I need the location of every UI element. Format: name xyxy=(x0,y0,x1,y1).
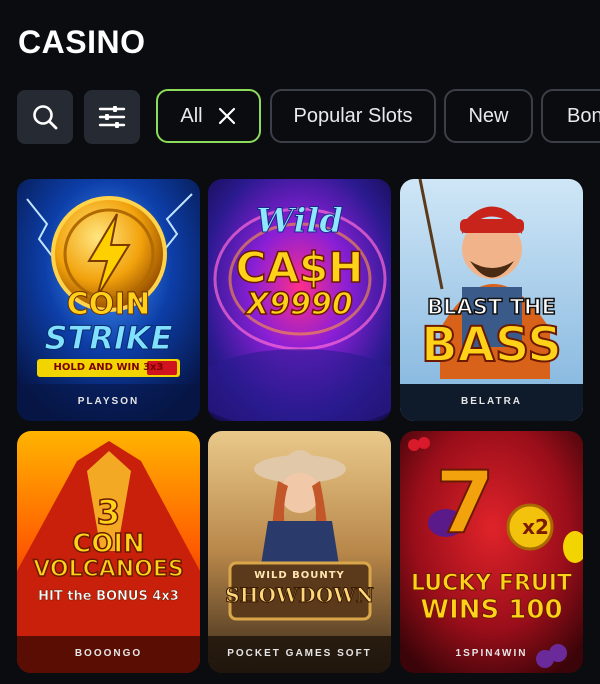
search-button[interactable] xyxy=(17,90,73,144)
filter-chip-popular-slots[interactable]: Popular Slots xyxy=(270,89,436,143)
game-provider: POCKET GAMES SOFT xyxy=(227,648,372,659)
game-provider: BELATRA xyxy=(460,396,523,407)
game-card-wild-bounty-showdown[interactable]: WILD BOUNTY SHOWDOWN POCKET GAMES SOFT xyxy=(208,431,391,673)
filter-settings-button[interactable] xyxy=(84,90,140,144)
game-logo-line1: Wild xyxy=(255,201,344,242)
sliders-icon xyxy=(98,106,126,128)
game-logo-tagline: HOLD AND WIN 3x3 xyxy=(53,362,164,373)
filter-chip-label: New xyxy=(468,104,509,127)
game-card-lucky-fruit-wins-100[interactable]: 7 x2 LUCKY FRUIT WINS 100 1SPIN4WIN xyxy=(400,431,583,673)
game-logo-line2: STRIKE xyxy=(44,319,173,358)
game-logo-tagline: HIT the BONUS 4x3 xyxy=(38,589,179,605)
game-logo-multiplier: x2 xyxy=(522,515,549,539)
game-logo-line1: BLAST THE xyxy=(426,294,556,320)
game-card-wild-cash[interactable]: Wild CA$H X9990 xyxy=(208,179,391,421)
filter-chip-label: All xyxy=(180,104,203,127)
game-logo-line1: COIN xyxy=(66,287,151,323)
game-provider: BOOONGO xyxy=(74,648,143,659)
game-logo-line1: WILD BOUNTY xyxy=(254,570,345,581)
game-artwork xyxy=(208,431,391,673)
game-card-3-coin-volcanoes[interactable]: 3 COIN VOLCANOES HIT the BONUS 4x3 BOOON… xyxy=(17,431,200,673)
game-logo-line2: COIN xyxy=(71,528,145,560)
filter-chip-label: Bon xyxy=(567,104,600,127)
game-logo-line3: X9990 xyxy=(245,286,353,323)
game-logo-line2: BASS xyxy=(420,316,563,374)
filter-bar: All Popular Slots New Bon xyxy=(0,88,600,146)
page-title: CASINO xyxy=(18,24,146,60)
game-logo-line3: LUCKY FRUIT xyxy=(411,571,573,597)
game-card-coin-strike[interactable]: COIN STRIKE HOLD AND WIN 3x3 PLAYSON xyxy=(17,179,200,421)
filter-chip-new[interactable]: New xyxy=(444,89,533,143)
game-logo-line2: CA$H xyxy=(235,242,364,293)
search-icon xyxy=(33,105,58,130)
game-logo-line1: 3 xyxy=(96,492,121,534)
game-logo-line4: WINS 100 xyxy=(420,595,563,626)
filter-chip-all[interactable]: All xyxy=(156,89,261,143)
game-card-blast-the-bass[interactable]: BLAST THE BASS BELATRA xyxy=(400,179,583,421)
game-provider: 1SPIN4WIN xyxy=(455,648,528,659)
filter-chip-bonus[interactable]: Bon xyxy=(541,89,600,143)
game-logo-line2: SHOWDOWN xyxy=(225,583,375,608)
game-provider: PLAYSON xyxy=(77,396,140,407)
filter-chip-label: Popular Slots xyxy=(293,104,413,127)
close-icon[interactable] xyxy=(217,106,237,126)
game-logo-line3: VOLCANOES xyxy=(32,556,184,583)
